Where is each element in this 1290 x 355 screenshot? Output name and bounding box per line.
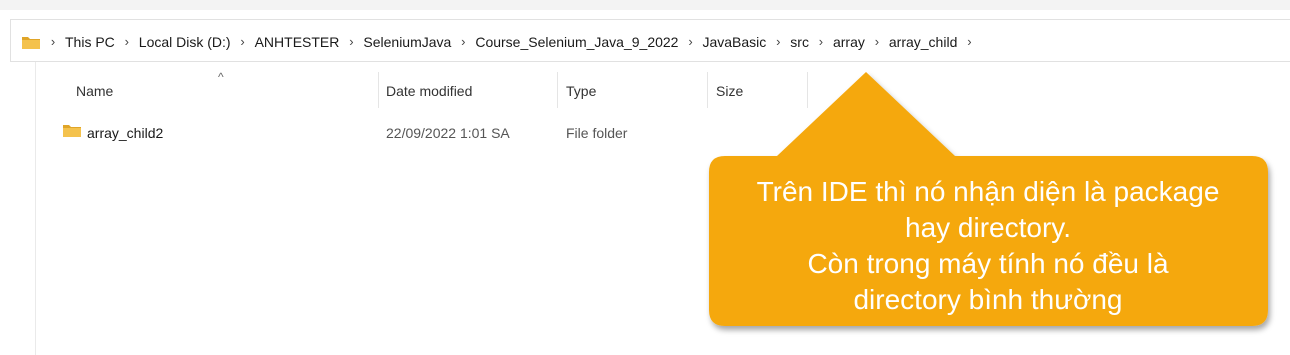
callout-text: Trên IDE thì nó nhận diện là package hay… <box>712 170 1264 322</box>
callout-line: directory bình thường <box>853 284 1123 315</box>
callout-line: Trên IDE thì nó nhận diện là package <box>756 176 1220 207</box>
callout-line: Còn trong máy tính nó đều là <box>807 248 1169 279</box>
annotation-callout: Trên IDE thì nó nhận diện là package hay… <box>0 0 1290 355</box>
callout-line: hay directory. <box>905 212 1071 243</box>
